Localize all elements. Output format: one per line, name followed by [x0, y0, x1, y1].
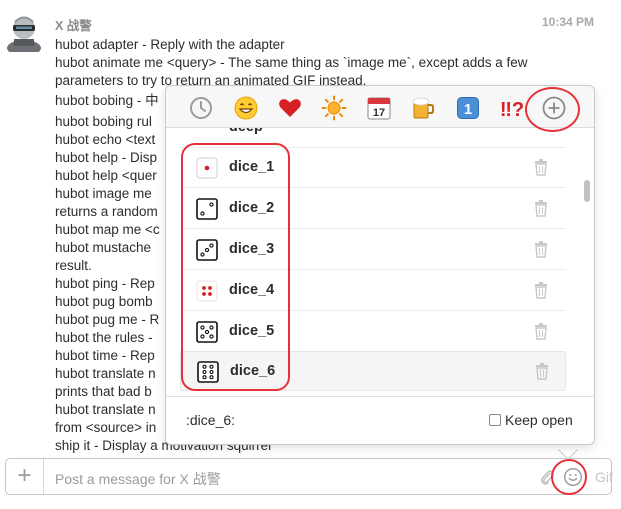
message-line: returns a random [55, 204, 158, 219]
emoji-list-scrollbar[interactable] [584, 180, 590, 202]
emoji-name: dice_1 [229, 159, 275, 175]
emoji-row-dice-5[interactable]: dice_5 [180, 312, 566, 352]
emoji-name: dice_3 [229, 241, 275, 257]
emoji-row-dice-2[interactable]: dice_2 [180, 189, 566, 229]
message-line: hubot help - Disp [55, 150, 158, 165]
message-sender[interactable]: X 战警 [55, 15, 92, 34]
heart-icon[interactable] [277, 95, 303, 121]
emoji-row-dice-1[interactable]: dice_1 [180, 148, 566, 188]
emoji-row-dice-6[interactable]: dice_6 [180, 351, 566, 391]
trash-icon[interactable] [534, 159, 548, 176]
beer-icon[interactable] [410, 95, 436, 121]
message-line: hubot animate me <query> - The same thin… [55, 55, 528, 70]
message-line: hubot ping - Rep [55, 276, 155, 291]
clock-icon[interactable] [188, 95, 214, 121]
dice-3-icon [196, 239, 218, 261]
trash-icon[interactable] [534, 282, 548, 299]
emoji-name: dice_2 [229, 200, 275, 216]
selected-emoji-code: :dice_6: [186, 412, 236, 428]
trash-icon[interactable] [535, 363, 549, 380]
dice-2-icon [196, 198, 218, 220]
message-line: hubot bobing rul [55, 114, 152, 129]
message-input[interactable]: Post a message for X 战警 [55, 469, 221, 489]
dice-5-icon [196, 321, 218, 343]
message-line: hubot mustache [55, 240, 152, 255]
emoji-name: deep [229, 128, 263, 135]
emoji-picker-footer: :dice_6: Keep open [166, 396, 594, 444]
message-line: hubot translate n [55, 366, 156, 381]
emoji-name: dice_6 [230, 363, 276, 379]
message-line: prints that bad b [55, 384, 152, 399]
number-one-icon[interactable]: 1 [455, 95, 481, 121]
message-line: hubot map me <c [55, 222, 160, 237]
message-line: from <source> in [55, 420, 157, 435]
paperclip-icon[interactable] [539, 468, 555, 486]
svg-text:17: 17 [373, 107, 385, 119]
emoji-row-dice-4[interactable]: dice_4 [180, 271, 566, 311]
trash-icon[interactable] [534, 323, 548, 340]
svg-text:1: 1 [464, 101, 472, 118]
svg-text:‼?: ‼? [500, 99, 524, 121]
message-line: hubot adapter - Reply with the adapter [55, 37, 285, 52]
message-line: result. [55, 258, 92, 273]
trash-icon[interactable] [534, 241, 548, 258]
message-line: hubot pug bomb [55, 294, 153, 309]
gif-button[interactable]: Gif [595, 469, 613, 485]
attach-file-button[interactable]: + [6, 459, 44, 494]
hubot-avatar[interactable] [6, 12, 42, 52]
dice-4-icon [196, 280, 218, 302]
sun-icon[interactable] [321, 95, 347, 121]
smile-icon[interactable] [233, 95, 259, 121]
keep-open-label: Keep open [505, 412, 573, 428]
message-line: hubot bobing - 中 [55, 93, 159, 108]
message-line: hubot time - Rep [55, 348, 155, 363]
message-line: hubot help <quer [55, 168, 157, 183]
emoji-row-partial[interactable]: deep [180, 128, 566, 148]
emoji-name: dice_5 [229, 323, 275, 339]
custom-emoji-list: deep dice_1 dice_2 [166, 128, 594, 393]
trash-icon[interactable] [534, 200, 548, 217]
emoji-picker: 17 1 ‼? deep dice_1 [165, 85, 595, 445]
emoji-button[interactable] [563, 467, 583, 487]
add-custom-emoji-icon[interactable] [541, 95, 567, 121]
calendar-icon[interactable]: 17 [366, 95, 392, 121]
dice-6-icon [197, 361, 219, 383]
emoji-row-dice-3[interactable]: dice_3 [180, 230, 566, 270]
message-line: hubot pug me - R [55, 312, 160, 327]
dice-1-icon [196, 157, 218, 179]
message-line: hubot translate n [55, 402, 156, 417]
message-line: hubot image me [55, 186, 152, 201]
message-timestamp[interactable]: 10:34 PM [542, 15, 594, 29]
emoji-name: dice_4 [229, 282, 275, 298]
emoji-category-tabs: 17 1 ‼? [166, 86, 594, 128]
keep-open-toggle[interactable]: Keep open [490, 412, 573, 428]
message-line: hubot echo <text [55, 132, 156, 147]
message-line: hubot the rules - [55, 330, 153, 345]
double-exclamation-icon[interactable]: ‼? [499, 95, 525, 121]
message-composer: + Post a message for X 战警 Gif [5, 458, 613, 495]
